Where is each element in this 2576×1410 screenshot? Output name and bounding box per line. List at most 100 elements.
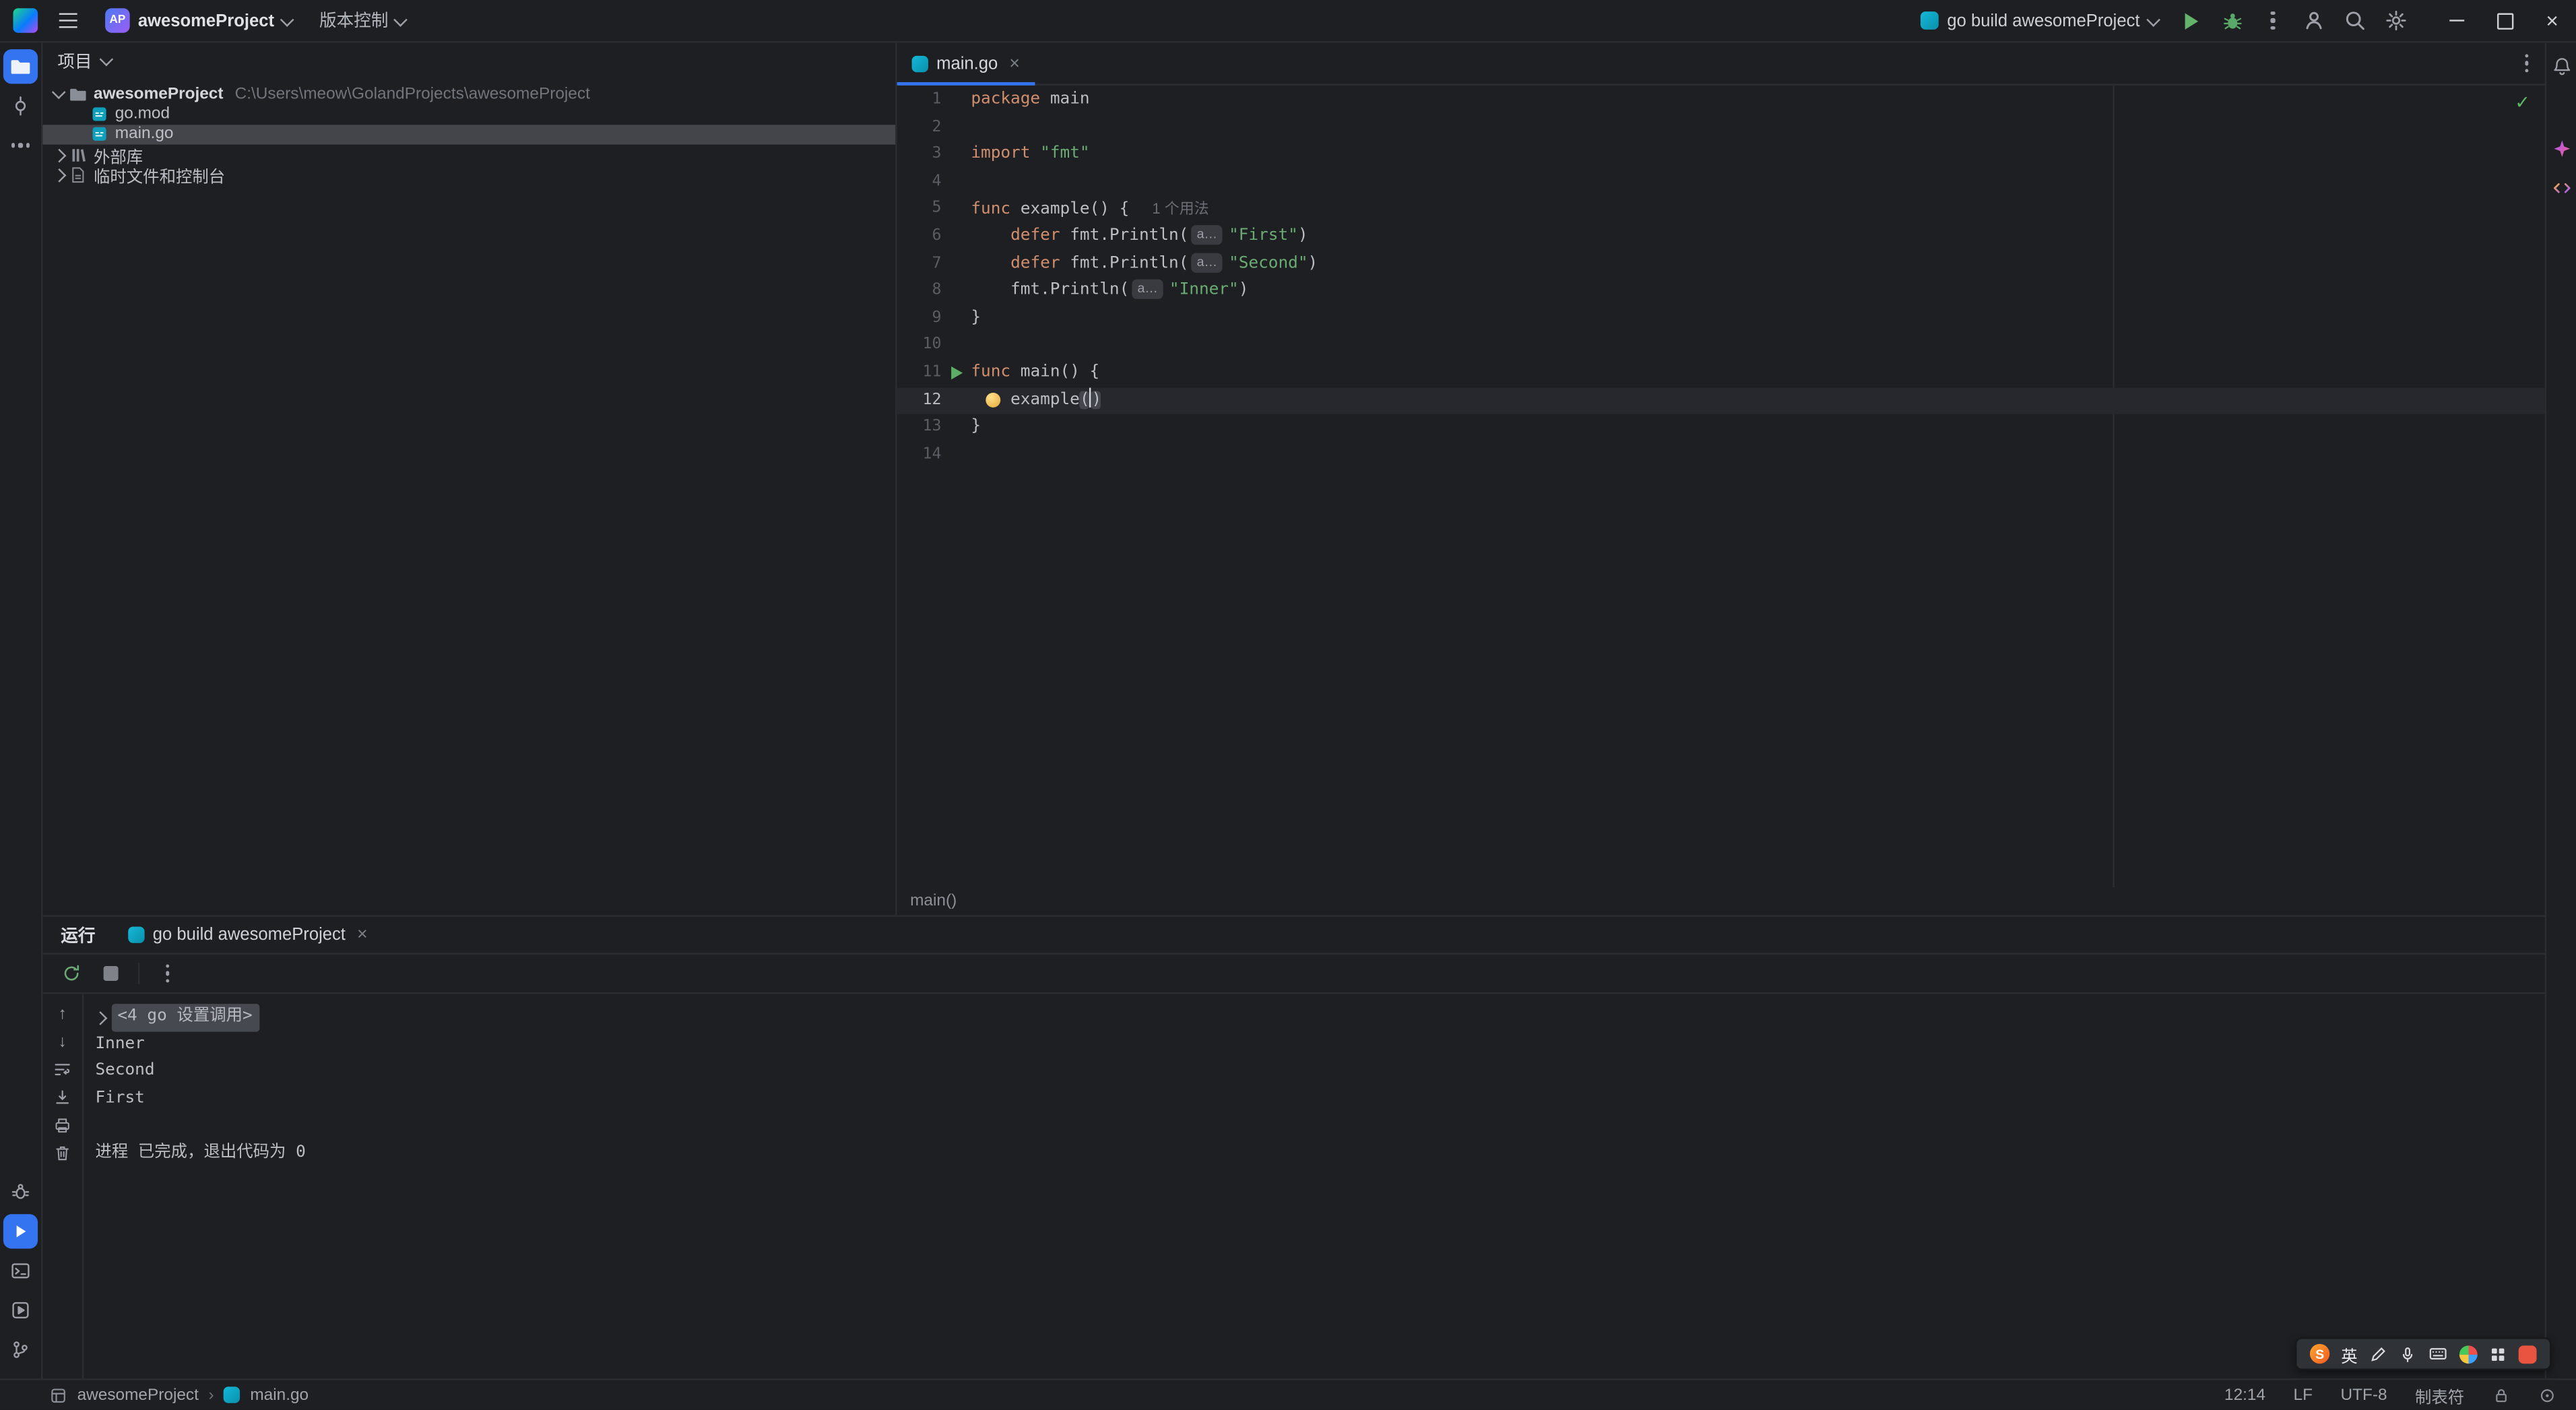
close-tab-icon[interactable]: × bbox=[357, 925, 368, 944]
breadcrumb[interactable]: main() bbox=[897, 887, 2545, 915]
gutter[interactable] bbox=[941, 360, 971, 387]
gutter[interactable] bbox=[941, 441, 971, 468]
more-tool-windows-button[interactable] bbox=[3, 128, 38, 162]
line-number[interactable]: 14 bbox=[897, 441, 942, 468]
gutter[interactable] bbox=[941, 251, 971, 278]
stop-button[interactable] bbox=[97, 962, 123, 985]
run-tool-button[interactable] bbox=[3, 1214, 38, 1249]
code-line-1[interactable]: 1 package main bbox=[897, 87, 2545, 114]
gutter[interactable] bbox=[941, 87, 971, 114]
code-line-13[interactable]: 13} bbox=[897, 414, 2545, 441]
line-number[interactable]: 12 bbox=[897, 387, 942, 414]
ime-language-mode[interactable]: 英 bbox=[2341, 1341, 2357, 1366]
code-text[interactable]: func main() { bbox=[971, 360, 2544, 387]
tree-item-临时文件和控制台[interactable]: 临时文件和控制台 bbox=[42, 165, 895, 188]
tree-item-main.go[interactable]: main.go bbox=[42, 124, 896, 146]
code-line-3[interactable]: 3 import "fmt" bbox=[897, 141, 2545, 168]
indent-widget[interactable]: 制表符 bbox=[2415, 1382, 2464, 1407]
line-separator-widget[interactable]: LF bbox=[2294, 1386, 2313, 1404]
gutter[interactable] bbox=[941, 224, 971, 251]
minimize-button[interactable] bbox=[2433, 0, 2481, 41]
encoding-widget[interactable]: UTF-8 bbox=[2340, 1386, 2387, 1404]
search-everywhere-button[interactable] bbox=[2335, 3, 2376, 39]
close-tab-icon[interactable]: × bbox=[1009, 53, 1020, 73]
run-tab[interactable]: go build awesomeProject × bbox=[113, 917, 382, 953]
ime-extra-icon[interactable] bbox=[2518, 1345, 2537, 1363]
ai-assistant-icon[interactable] bbox=[2544, 131, 2576, 166]
ime-pen-icon[interactable] bbox=[2369, 1345, 2387, 1363]
vcs-widget-button[interactable]: 版本控制 bbox=[319, 8, 408, 33]
code-line-7[interactable]: 7 defer fmt.Println(a… "Second") bbox=[897, 251, 2545, 278]
code-line-10[interactable]: 10 bbox=[897, 332, 2545, 359]
print-icon[interactable] bbox=[49, 1114, 75, 1137]
gutter[interactable] bbox=[941, 169, 971, 196]
line-number[interactable]: 13 bbox=[897, 414, 942, 441]
line-number[interactable]: 9 bbox=[897, 305, 941, 332]
fold-arrow-icon[interactable] bbox=[93, 1011, 106, 1024]
chevron-down-icon[interactable] bbox=[52, 86, 65, 99]
breadcrumb-context[interactable]: main() bbox=[910, 892, 957, 910]
code-line-2[interactable]: 2 bbox=[897, 115, 2545, 141]
code-editor[interactable]: ✓ 1 package main 2 3 import "fmt" 4 5 func exam… bbox=[897, 85, 2545, 887]
scroll-down-icon[interactable]: ↓ bbox=[49, 1030, 75, 1053]
code-tags-tool-icon[interactable] bbox=[2544, 171, 2576, 205]
run-console[interactable]: <4 go 设置调用> Inner Second First 进程 已完成，退出代码为… bbox=[84, 994, 2544, 1378]
code-line-9[interactable]: 9} bbox=[897, 305, 2545, 332]
run-gutter-icon[interactable] bbox=[950, 366, 962, 380]
gutter[interactable] bbox=[941, 115, 971, 141]
code-text[interactable]: func example() {1 个用法 bbox=[971, 196, 2544, 223]
line-number[interactable]: 10 bbox=[897, 332, 942, 359]
code-text[interactable]: } bbox=[971, 305, 2544, 332]
code-text[interactable]: defer fmt.Println(a… "Second") bbox=[971, 251, 2544, 278]
status-indicator-icon[interactable] bbox=[2538, 1386, 2556, 1404]
console-more-button[interactable] bbox=[154, 962, 181, 985]
gutter[interactable] bbox=[941, 414, 971, 441]
gutter[interactable] bbox=[941, 196, 971, 223]
code-line-12[interactable]: 12 example() bbox=[897, 387, 2545, 414]
code-line-14[interactable]: 14 bbox=[897, 441, 2545, 468]
main-menu-button[interactable] bbox=[53, 7, 84, 35]
version-control-tool-button[interactable] bbox=[3, 1333, 38, 1367]
code-line-11[interactable]: 11 func main() { bbox=[897, 360, 2545, 387]
caret-position-widget[interactable]: 12:14 bbox=[2224, 1386, 2265, 1404]
code-line-8[interactable]: 8 fmt.Println(a… "Inner") bbox=[897, 278, 2545, 305]
tree-item-awesomeProject[interactable]: awesomeProject C:\Users\meow\GolandProjec… bbox=[42, 84, 895, 104]
project-panel-header[interactable]: 项目 bbox=[42, 42, 895, 79]
gutter[interactable] bbox=[941, 141, 971, 168]
more-actions-button[interactable] bbox=[2253, 3, 2294, 39]
keyboard-icon[interactable] bbox=[2428, 1344, 2448, 1364]
commit-tool-button[interactable] bbox=[3, 89, 38, 123]
code-text[interactable] bbox=[971, 332, 2544, 359]
folded-console-region[interactable]: <4 go 设置调用> bbox=[110, 1004, 259, 1031]
tab-options-button[interactable] bbox=[2524, 55, 2545, 72]
services-tool-button[interactable] bbox=[3, 1293, 38, 1327]
code-with-me-button[interactable] bbox=[2294, 3, 2335, 39]
sogou-logo-icon[interactable]: S bbox=[2309, 1343, 2330, 1364]
maximize-button[interactable] bbox=[2481, 0, 2529, 41]
soft-wrap-icon[interactable] bbox=[49, 1058, 75, 1081]
settings-gear-icon[interactable] bbox=[2376, 3, 2417, 39]
scroll-up-icon[interactable]: ↑ bbox=[49, 1002, 75, 1025]
run-configuration-selector[interactable]: go build awesomeProject bbox=[1921, 11, 2159, 30]
gutter[interactable] bbox=[941, 332, 971, 359]
rerun-button[interactable] bbox=[57, 962, 84, 985]
close-button[interactable]: × bbox=[2528, 0, 2576, 41]
gutter[interactable] bbox=[941, 278, 971, 305]
code-text[interactable]: import "fmt" bbox=[971, 141, 2544, 168]
ime-toolbox-grid-icon[interactable] bbox=[2489, 1345, 2507, 1363]
status-file[interactable]: main.go bbox=[250, 1386, 309, 1404]
status-project[interactable]: awesomeProject bbox=[77, 1386, 199, 1404]
project-tool-button[interactable] bbox=[3, 49, 38, 84]
microphone-icon[interactable] bbox=[2399, 1345, 2417, 1363]
line-number[interactable]: 5 bbox=[897, 196, 941, 223]
tree-item-go.mod[interactable]: go.mod bbox=[42, 104, 895, 125]
code-text[interactable]: defer fmt.Println(a… "First") bbox=[971, 224, 2544, 251]
readonly-lock-icon[interactable] bbox=[2492, 1386, 2511, 1404]
terminal-tool-button[interactable] bbox=[3, 1254, 38, 1288]
code-line-6[interactable]: 6 defer fmt.Println(a… "First") bbox=[897, 224, 2545, 251]
line-number[interactable]: 8 bbox=[897, 278, 941, 305]
line-number[interactable]: 11 bbox=[897, 360, 942, 387]
line-number[interactable]: 7 bbox=[897, 251, 941, 278]
code-text[interactable] bbox=[971, 441, 2544, 468]
chevron-right-icon[interactable] bbox=[52, 168, 65, 182]
